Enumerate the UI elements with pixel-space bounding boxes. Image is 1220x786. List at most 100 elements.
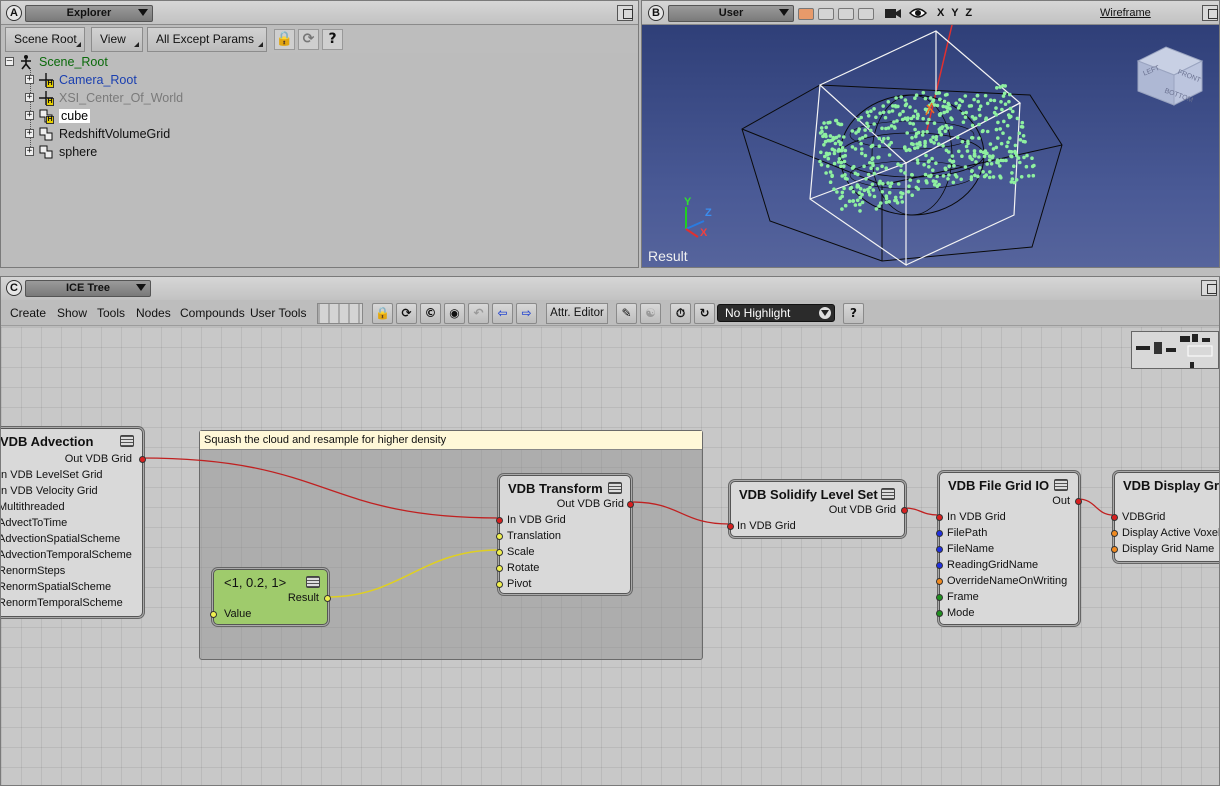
port-connector[interactable] — [936, 530, 943, 537]
port-connector[interactable] — [936, 578, 943, 585]
menu-tools[interactable]: Tools — [97, 306, 125, 320]
lock-icon[interactable]: 🔒 — [372, 303, 393, 324]
tree-item-sphere[interactable]: + sphere — [25, 143, 97, 160]
lock-icon[interactable]: 🔒 — [274, 29, 295, 50]
node-vdb-file-grid-io[interactable]: VDB File Grid IO Out In VDB Grid FilePat… — [936, 472, 1082, 625]
navigation-cube[interactable]: LEFT FRONT BOTTOM — [1136, 39, 1206, 107]
refresh-icon[interactable]: ⟳ — [298, 29, 319, 50]
port-connector[interactable] — [627, 501, 634, 508]
collapse-icon[interactable]: – — [5, 57, 14, 66]
voxel-point — [1005, 144, 1009, 149]
memo-cam-1[interactable] — [798, 8, 814, 20]
globe-icon[interactable]: ◉ — [444, 303, 465, 324]
expand-icon[interactable]: + — [25, 129, 34, 138]
port-connector[interactable] — [496, 581, 503, 588]
voxel-point — [994, 145, 999, 150]
ice-view-dropdown[interactable]: ICE Tree — [25, 280, 151, 297]
port-connector[interactable] — [139, 456, 146, 463]
tree-item-center-of-world[interactable]: + H XSI_Center_Of_World — [25, 89, 183, 106]
voxel-point — [1017, 131, 1022, 135]
menu-compounds[interactable]: Compounds — [180, 306, 245, 320]
expand-icon[interactable]: + — [25, 93, 34, 102]
memo-cam-2[interactable] — [818, 8, 834, 20]
voxel-point — [941, 104, 945, 109]
expand-icon[interactable]: + — [25, 111, 34, 120]
display-mode-dropdown[interactable]: Wireframe — [1100, 7, 1151, 19]
node-vdb-transform[interactable]: VDB Transform Out VDB Grid In VDB Grid T… — [496, 475, 634, 594]
node-vector-constant[interactable]: <1, 0.2, 1> Result Value — [210, 569, 331, 625]
node-menu-icon[interactable] — [608, 482, 622, 494]
maximize-icon[interactable] — [617, 5, 633, 21]
explorer-view-dropdown[interactable]: Explorer — [25, 5, 153, 22]
node-menu-icon[interactable] — [881, 488, 895, 500]
node-vdb-display-grid[interactable]: VDB Display Grid VDBGrid Display Active … — [1111, 472, 1219, 562]
port-connector[interactable] — [324, 595, 331, 602]
voxel-point — [924, 153, 928, 158]
camera-dropdown[interactable]: User — [668, 5, 794, 22]
tree-item-scene-root[interactable]: – Scene_Root — [5, 53, 108, 70]
node-vdb-advection[interactable]: VDB Advection Out VDB Grid In VDB LevelS… — [0, 428, 146, 617]
node-menu-icon[interactable] — [120, 435, 134, 447]
node-menu-icon[interactable] — [1054, 479, 1068, 491]
port-connector[interactable] — [936, 514, 943, 521]
port-connector[interactable] — [901, 507, 908, 514]
maximize-icon[interactable] — [1202, 5, 1218, 21]
undo-icon[interactable]: ↶ — [468, 303, 489, 324]
port-connector[interactable] — [1111, 530, 1118, 537]
preset-disabled-icon[interactable]: ☯ — [640, 303, 661, 324]
port-connector[interactable] — [210, 611, 217, 618]
port-connector[interactable] — [936, 546, 943, 553]
ice-badge[interactable]: C — [6, 280, 22, 296]
viewport-badge[interactable]: B — [648, 5, 664, 21]
memo-slots[interactable] — [317, 303, 363, 324]
timer-icon[interactable]: ⏱ — [670, 303, 691, 324]
port-connector[interactable] — [936, 610, 943, 617]
expand-icon[interactable]: + — [25, 147, 34, 156]
camera-icon[interactable] — [884, 6, 902, 20]
port-connector[interactable] — [496, 533, 503, 540]
memo-cam-3[interactable] — [838, 8, 854, 20]
preset-icon[interactable]: ✎ — [616, 303, 637, 324]
port-connector[interactable] — [936, 562, 943, 569]
port-connector[interactable] — [727, 523, 734, 530]
axes-toggle[interactable]: X Y Z — [937, 7, 974, 19]
filter-button[interactable]: All Except Params — [147, 27, 267, 52]
help-button[interactable]: ? — [322, 29, 343, 50]
port-connector[interactable] — [496, 549, 503, 556]
menu-show[interactable]: Show — [57, 306, 87, 320]
memo-cam-4[interactable] — [858, 8, 874, 20]
refresh-icon[interactable]: ⟳ — [396, 303, 417, 324]
menu-nodes[interactable]: Nodes — [136, 306, 171, 320]
port-connector[interactable] — [1111, 546, 1118, 553]
port-connector[interactable] — [1075, 498, 1082, 505]
view-button[interactable]: View — [91, 27, 143, 52]
expand-icon[interactable]: + — [25, 75, 34, 84]
node-menu-icon[interactable] — [306, 576, 320, 588]
port-connector[interactable] — [496, 517, 503, 524]
port-label: RenormSpatialScheme — [0, 581, 112, 593]
tree-item-cube[interactable]: + H cube — [25, 107, 91, 124]
eye-icon[interactable] — [909, 7, 927, 19]
port-connector[interactable] — [1111, 514, 1118, 521]
help-button[interactable]: ? — [843, 303, 864, 324]
clear-icon[interactable]: © — [420, 303, 441, 324]
viewport-canvas[interactable]: LEFT FRONT BOTTOM Y Z X Result — [642, 25, 1219, 267]
scene-root-button[interactable]: Scene Root — [5, 27, 85, 52]
forward-arrow-icon[interactable]: ⇨ — [516, 303, 537, 324]
tree-item-camera-root[interactable]: + H Camera_Root — [25, 71, 137, 88]
voxel-point — [913, 146, 917, 150]
ice-graph-canvas[interactable]: Squash the cloud and resample for higher… — [1, 327, 1219, 785]
back-arrow-icon[interactable]: ⇦ — [492, 303, 513, 324]
port-label: Pivot — [507, 578, 532, 590]
timer-reset-icon[interactable]: ↻ — [694, 303, 715, 324]
maximize-icon[interactable] — [1201, 280, 1217, 296]
node-vdb-solidify-level-set[interactable]: VDB Solidify Level Set Out VDB Grid In V… — [727, 481, 908, 537]
explorer-badge[interactable]: A — [6, 5, 22, 21]
highlight-dropdown[interactable]: No Highlight — [717, 304, 835, 322]
menu-create[interactable]: Create — [10, 306, 46, 320]
tree-item-redshift-volume-grid[interactable]: + RedshiftVolumeGrid — [25, 125, 170, 142]
port-connector[interactable] — [496, 565, 503, 572]
menu-user-tools[interactable]: User Tools — [250, 306, 306, 320]
attr-editor-button[interactable]: Attr. Editor — [546, 303, 608, 324]
port-connector[interactable] — [936, 594, 943, 601]
